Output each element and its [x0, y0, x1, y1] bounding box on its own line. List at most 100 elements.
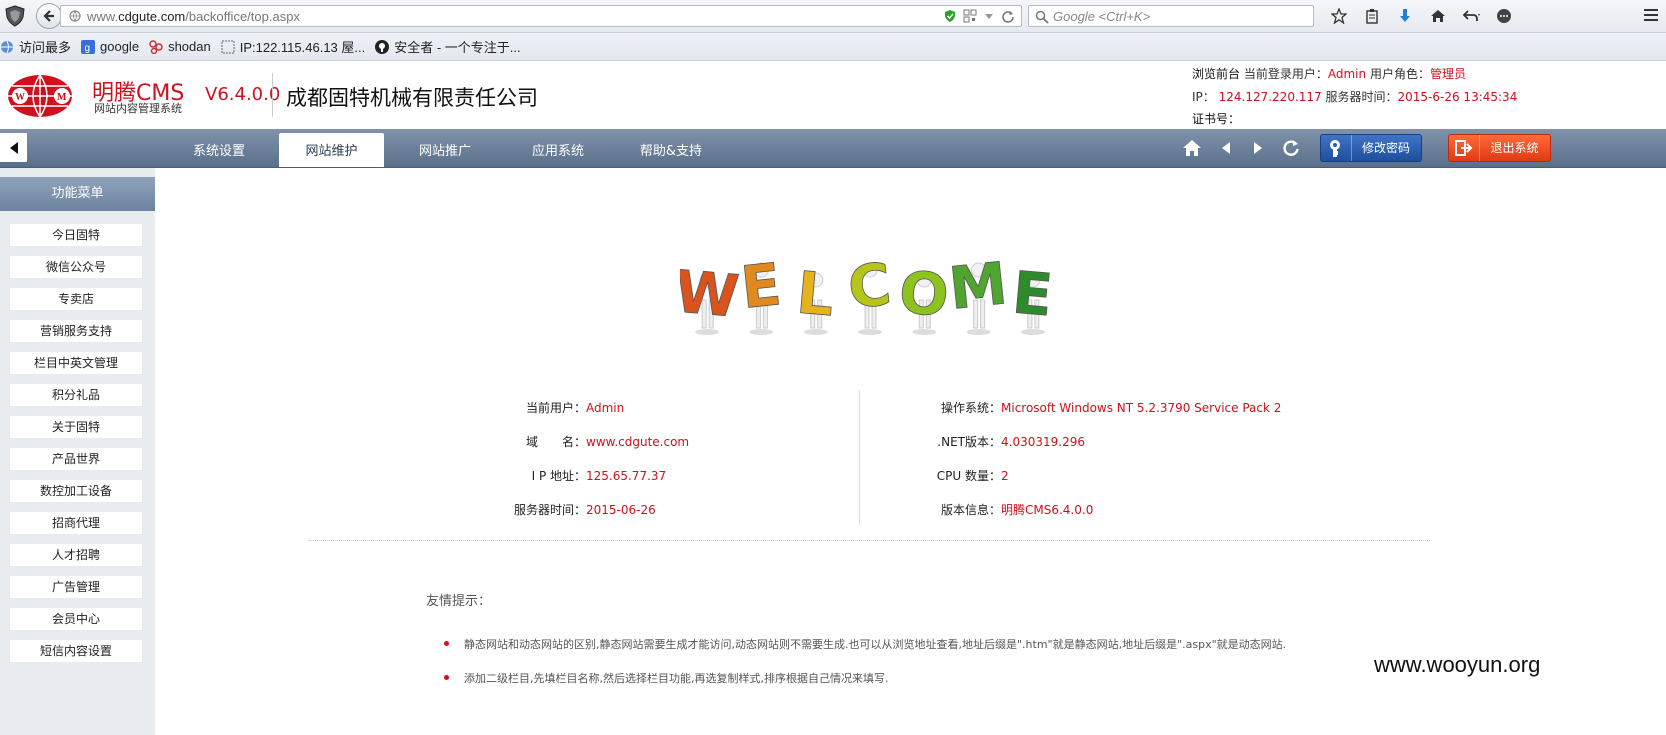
- globe-icon: [69, 10, 81, 22]
- version-label: V6.4.0.0: [205, 84, 281, 105]
- bookmarks-bar: 访问最多 g google shodan IP:122.115.46.13 屋.…: [0, 33, 1666, 61]
- svg-text:M: M: [57, 92, 67, 103]
- url-bar[interactable]: www.cdgute.com/backoffice/top.aspx: [60, 5, 1022, 27]
- bookmark-ip[interactable]: IP:122.115.46.13 屋...: [221, 37, 365, 56]
- info-divider: [859, 390, 860, 525]
- header-user-line: 浏览前台 当前登录用户：Admin 用户角色：管理员: [1192, 67, 1466, 81]
- page-icon: [221, 40, 235, 54]
- sidebar-item-column-lang[interactable]: 栏目中英文管理: [10, 352, 142, 374]
- bookmark-star-icon[interactable]: [1322, 5, 1355, 27]
- refresh-icon[interactable]: [1280, 137, 1302, 159]
- bookmark-github[interactable]: 安全者 - 一个专注于...: [375, 37, 521, 56]
- sidebar-item-cnc[interactable]: 数控加工设备: [10, 480, 142, 502]
- svg-text:W: W: [15, 92, 25, 103]
- download-icon[interactable]: [1388, 5, 1421, 27]
- back-arrow-icon[interactable]: [1215, 137, 1237, 159]
- header-cert-line: 证书号：: [1192, 112, 1241, 126]
- change-password-button[interactable]: 修改密码: [1320, 134, 1422, 162]
- tab-help-support[interactable]: 帮助&支持: [628, 133, 714, 167]
- dropdown-triangle-icon[interactable]: [983, 10, 995, 22]
- triangle-left-icon: [9, 141, 18, 154]
- header-divider: [272, 73, 273, 117]
- sidebar-item-wechat[interactable]: 微信公众号: [10, 256, 142, 278]
- header-ip-line: IP： 124.127.220.117 服务器时间：2015-6-26 13:4…: [1192, 90, 1518, 104]
- sidebar-item-points-gifts[interactable]: 积分礼品: [10, 384, 142, 406]
- bookmark-most-visited[interactable]: 访问最多: [0, 37, 71, 56]
- logout-button[interactable]: 退出系统: [1448, 134, 1551, 162]
- home-icon[interactable]: [1421, 5, 1454, 27]
- info-os: 操作系统：Microsoft Windows NT 5.2.3790 Servi…: [940, 401, 1282, 415]
- collapse-sidebar-button[interactable]: [0, 133, 27, 162]
- welcome-letter: M: [946, 249, 1011, 323]
- tab-system-settings[interactable]: 系统设置: [178, 133, 260, 167]
- welcome-letter: W: [680, 257, 742, 330]
- sidebar-item-ads[interactable]: 广告管理: [10, 576, 142, 598]
- sidebar-item-today[interactable]: 今日固特: [10, 224, 142, 246]
- welcome-letter: O: [896, 258, 951, 330]
- shodan-icon: [149, 39, 163, 54]
- bookmark-shodan[interactable]: shodan: [149, 39, 211, 54]
- welcome-banner-image: WE L C OM E: [680, 249, 1056, 335]
- sidebar-item-marketing[interactable]: 营销服务支持: [10, 320, 142, 342]
- bullet-dot-icon: [444, 675, 449, 680]
- sidebar: 功能菜单 今日固特 微信公众号 专卖店 营销服务支持 栏目中英文管理 积分礼品 …: [0, 168, 155, 735]
- info-version: 版本信息：明腾CMS6.4.0.0: [940, 503, 1094, 517]
- info-ip-address: I P 地址：125.65.77.37: [531, 469, 667, 483]
- browser-toolbar: www.cdgute.com/backoffice/top.aspx Googl…: [0, 0, 1666, 33]
- info-server-time: 服务器时间：2015-06-26: [513, 503, 656, 517]
- github-icon: [375, 39, 390, 54]
- verified-shield-icon[interactable]: [943, 9, 957, 23]
- search-icon: [1035, 10, 1049, 24]
- google-icon: g: [81, 39, 96, 54]
- cms-header: W M 明腾CMS 网站内容管理系统 V6.4.0.0 成都固特机械有限责任公司…: [0, 61, 1666, 129]
- exit-door-icon: [1449, 135, 1480, 161]
- sidebar-item-sms[interactable]: 短信内容设置: [10, 640, 142, 662]
- info-dotnet-version: .NET版本：4.030319.296: [937, 435, 1085, 449]
- url-text: www.cdgute.com/backoffice/top.aspx: [87, 9, 300, 24]
- company-name: 成都固特机械有限责任公司: [286, 86, 538, 110]
- undo-icon[interactable]: [1454, 5, 1487, 27]
- sidebar-item-agents[interactable]: 招商代理: [10, 512, 142, 534]
- sidebar-item-jobs[interactable]: 人才招聘: [10, 544, 142, 566]
- svg-text:g: g: [85, 43, 91, 54]
- sidebar-title: 功能菜单: [0, 177, 155, 211]
- welcome-letter: C: [845, 250, 894, 322]
- content-separator: [308, 540, 1430, 541]
- globe-icon: [0, 40, 14, 54]
- user-role: 管理员: [1429, 67, 1466, 81]
- sidebar-item-about[interactable]: 关于固特: [10, 416, 142, 438]
- browse-frontend-link[interactable]: 浏览前台: [1192, 67, 1240, 81]
- main-nav-bar: 系统设置 网站维护 网站推广 应用系统 帮助&支持 修改密码 退出系统: [0, 129, 1666, 168]
- header-ip: 124.127.220.117: [1218, 90, 1322, 104]
- hamburger-menu-icon[interactable]: [1642, 6, 1660, 27]
- back-button[interactable]: [36, 3, 62, 29]
- info-domain: 域 名：www.cdgute.com: [525, 435, 690, 449]
- info-current-user: 当前用户：Admin: [525, 401, 625, 415]
- home-icon[interactable]: [1181, 137, 1203, 159]
- tips-title: 友情提示：: [426, 594, 492, 609]
- sidebar-item-store[interactable]: 专卖店: [10, 288, 142, 310]
- clipboard-icon[interactable]: [1355, 5, 1388, 27]
- info-cpu-count: CPU 数量：2: [936, 469, 1009, 483]
- bookmark-google[interactable]: g google: [81, 39, 139, 54]
- watermark: www.wooyun.org: [1374, 652, 1541, 677]
- logo-subtitle: 网站内容管理系统: [94, 102, 182, 115]
- tab-site-promotion[interactable]: 网站推广: [404, 133, 486, 167]
- search-bar[interactable]: Google <Ctrl+K>: [1028, 5, 1314, 27]
- tab-site-maintenance[interactable]: 网站维护: [279, 133, 384, 167]
- welcome-letter: E: [738, 250, 785, 322]
- cms-logo-globe-icon: W M: [6, 73, 74, 119]
- key-icon: [1321, 135, 1352, 161]
- qr-code-icon[interactable]: [963, 9, 977, 23]
- chat-bubble-icon[interactable]: [1487, 5, 1520, 27]
- reload-icon[interactable]: [1001, 9, 1015, 23]
- current-user: Admin: [1327, 67, 1367, 81]
- security-shield-icon[interactable]: [4, 5, 26, 27]
- search-placeholder: Google <Ctrl+K>: [1053, 9, 1151, 24]
- sidebar-item-members[interactable]: 会员中心: [10, 608, 142, 630]
- tab-applications[interactable]: 应用系统: [517, 133, 599, 167]
- arrow-left-icon: [43, 10, 54, 22]
- bullet-dot-icon: [444, 641, 449, 646]
- sidebar-item-products[interactable]: 产品世界: [10, 448, 142, 470]
- forward-arrow-icon[interactable]: [1247, 137, 1269, 159]
